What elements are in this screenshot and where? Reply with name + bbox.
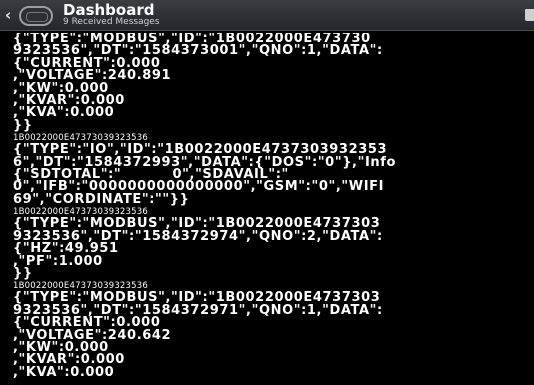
message-line: 69","CORDINATE":""}} bbox=[13, 191, 190, 207]
page-title: Dashboard bbox=[63, 1, 155, 19]
message-line: ,"PF":1.000 bbox=[13, 253, 103, 269]
message-count-subtitle: 9 Received Messages bbox=[63, 17, 160, 27]
app-icon[interactable] bbox=[19, 6, 53, 26]
message-item: {"TYPE":"IO","ID":"1B0022000E47373039323… bbox=[13, 143, 534, 218]
message-line: ,"KVA":0.000 bbox=[13, 105, 115, 121]
trash-icon[interactable] bbox=[525, 9, 534, 21]
message-line: }} bbox=[13, 117, 33, 133]
message-list[interactable]: {"TYPE":"MODBUS","ID":"1B0022000E473730 … bbox=[13, 33, 534, 379]
message-item: {"TYPE":"MODBUS","ID":"1B0022000E4737303… bbox=[13, 217, 534, 292]
message-line: }} bbox=[13, 265, 33, 281]
message-item: {"TYPE":"MODBUS","ID":"1B0022000E473730 … bbox=[13, 33, 534, 144]
action-bar: ‹ Dashboard 9 Received Messages bbox=[0, 0, 534, 31]
message-line: ,"KVA":0.000 bbox=[13, 364, 115, 380]
back-chevron-icon[interactable]: ‹ bbox=[5, 6, 11, 24]
message-item: {"TYPE":"MODBUS","ID":"1B0022000E4737303… bbox=[13, 291, 534, 380]
app-screen: ‹ Dashboard 9 Received Messages {"TYPE":… bbox=[0, 0, 534, 385]
